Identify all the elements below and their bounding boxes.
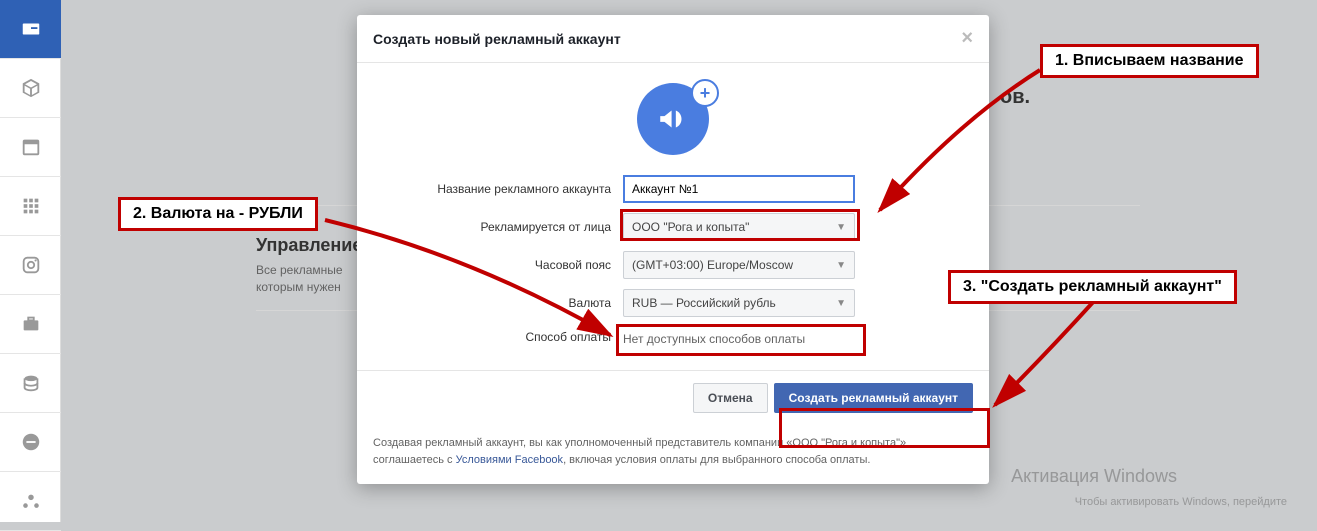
- sidebar-item-briefcase[interactable]: [0, 295, 61, 354]
- megaphone-icon: +: [637, 83, 709, 155]
- sidebar-item-instagram[interactable]: [0, 236, 61, 295]
- sidebar-item-idcard[interactable]: [0, 0, 61, 59]
- advertiser-value: ООО "Рога и копыта": [632, 220, 749, 234]
- sidebar-item-stack[interactable]: [0, 354, 61, 413]
- currency-select[interactable]: RUB — Российский рубль ▼: [623, 289, 855, 317]
- label-account-name: Название рекламного аккаунта: [373, 182, 623, 196]
- callout-3: 3. "Создать рекламный аккаунт": [948, 270, 1237, 304]
- watermark-title: Активация Windows: [1011, 466, 1177, 487]
- calendar-icon: [20, 136, 42, 158]
- label-currency: Валюта: [373, 296, 623, 310]
- row-timezone: Часовой пояс (GMT+03:00) Europe/Moscow ▼: [373, 251, 973, 279]
- close-icon[interactable]: ×: [961, 27, 973, 50]
- advertiser-select[interactable]: ООО "Рога и копыта" ▼: [623, 213, 855, 241]
- share-icon: [20, 490, 42, 512]
- modal-header: Создать новый рекламный аккаунт ×: [357, 15, 989, 63]
- plus-badge-icon: +: [691, 79, 719, 107]
- label-advertiser: Рекламируется от лица: [373, 220, 623, 234]
- cancel-button[interactable]: Отмена: [693, 383, 768, 413]
- disclaimer-part2: , включая условия оплаты для выбранного …: [563, 454, 870, 466]
- modal-title: Создать новый рекламный аккаунт: [373, 31, 621, 47]
- modal-footer: Отмена Создать рекламный аккаунт: [357, 370, 989, 425]
- sidebar-item-calendar[interactable]: [0, 118, 61, 177]
- timezone-value: (GMT+03:00) Europe/Moscow: [632, 258, 793, 272]
- terms-link[interactable]: Условиями Facebook: [456, 454, 563, 466]
- label-timezone: Часовой пояс: [373, 258, 623, 272]
- create-button[interactable]: Создать рекламный аккаунт: [774, 383, 973, 413]
- account-name-input[interactable]: [623, 175, 855, 203]
- modal-disclaimer: Создавая рекламный аккаунт, вы как уполн…: [357, 425, 989, 484]
- callout-1: 1. Вписываем название: [1040, 44, 1259, 78]
- megaphone-hero: +: [373, 83, 973, 155]
- payment-value: Нет доступных способов оплаты: [623, 327, 855, 346]
- row-currency: Валюта RUB — Российский рубль ▼: [373, 289, 973, 317]
- create-ad-account-modal: Создать новый рекламный аккаунт × + Назв…: [357, 15, 989, 484]
- sidebar-item-cube[interactable]: [0, 59, 61, 118]
- sidebar-item-minus[interactable]: [0, 413, 61, 472]
- sidebar-item-grid[interactable]: [0, 177, 61, 236]
- arrow-3: [985, 295, 1105, 415]
- section-text: Все рекламные которым нужен: [256, 262, 343, 296]
- cube-icon: [20, 77, 42, 99]
- section-title: Управление: [256, 235, 362, 256]
- briefcase-icon: [20, 313, 42, 335]
- chevron-down-icon: ▼: [836, 260, 846, 271]
- currency-value: RUB — Российский рубль: [632, 296, 776, 310]
- bg-heading-end: ов.: [1000, 86, 1030, 109]
- instagram-icon: [20, 254, 42, 276]
- grid-icon: [20, 195, 42, 217]
- modal-body: + Название рекламного аккаунта Рекламиру…: [357, 63, 989, 364]
- chevron-down-icon: ▼: [836, 222, 846, 233]
- row-payment: Способ оплаты Нет доступных способов опл…: [373, 327, 973, 346]
- label-payment: Способ оплаты: [373, 330, 623, 344]
- sidebar: [0, 0, 61, 522]
- section-text-1: Все рекламные: [256, 263, 343, 277]
- row-account-name: Название рекламного аккаунта: [373, 175, 973, 203]
- minus-circle-icon: [20, 431, 42, 453]
- callout-2: 2. Валюта на - РУБЛИ: [118, 197, 318, 231]
- watermark-subtitle: Чтобы активировать Windows, перейдите: [1075, 496, 1287, 508]
- stack-icon: [20, 372, 42, 394]
- row-advertiser: Рекламируется от лица ООО "Рога и копыта…: [373, 213, 973, 241]
- section-text-2: которым нужен: [256, 280, 341, 294]
- id-card-icon: [20, 18, 42, 40]
- timezone-select[interactable]: (GMT+03:00) Europe/Moscow ▼: [623, 251, 855, 279]
- sidebar-item-share[interactable]: [0, 472, 61, 531]
- chevron-down-icon: ▼: [836, 298, 846, 309]
